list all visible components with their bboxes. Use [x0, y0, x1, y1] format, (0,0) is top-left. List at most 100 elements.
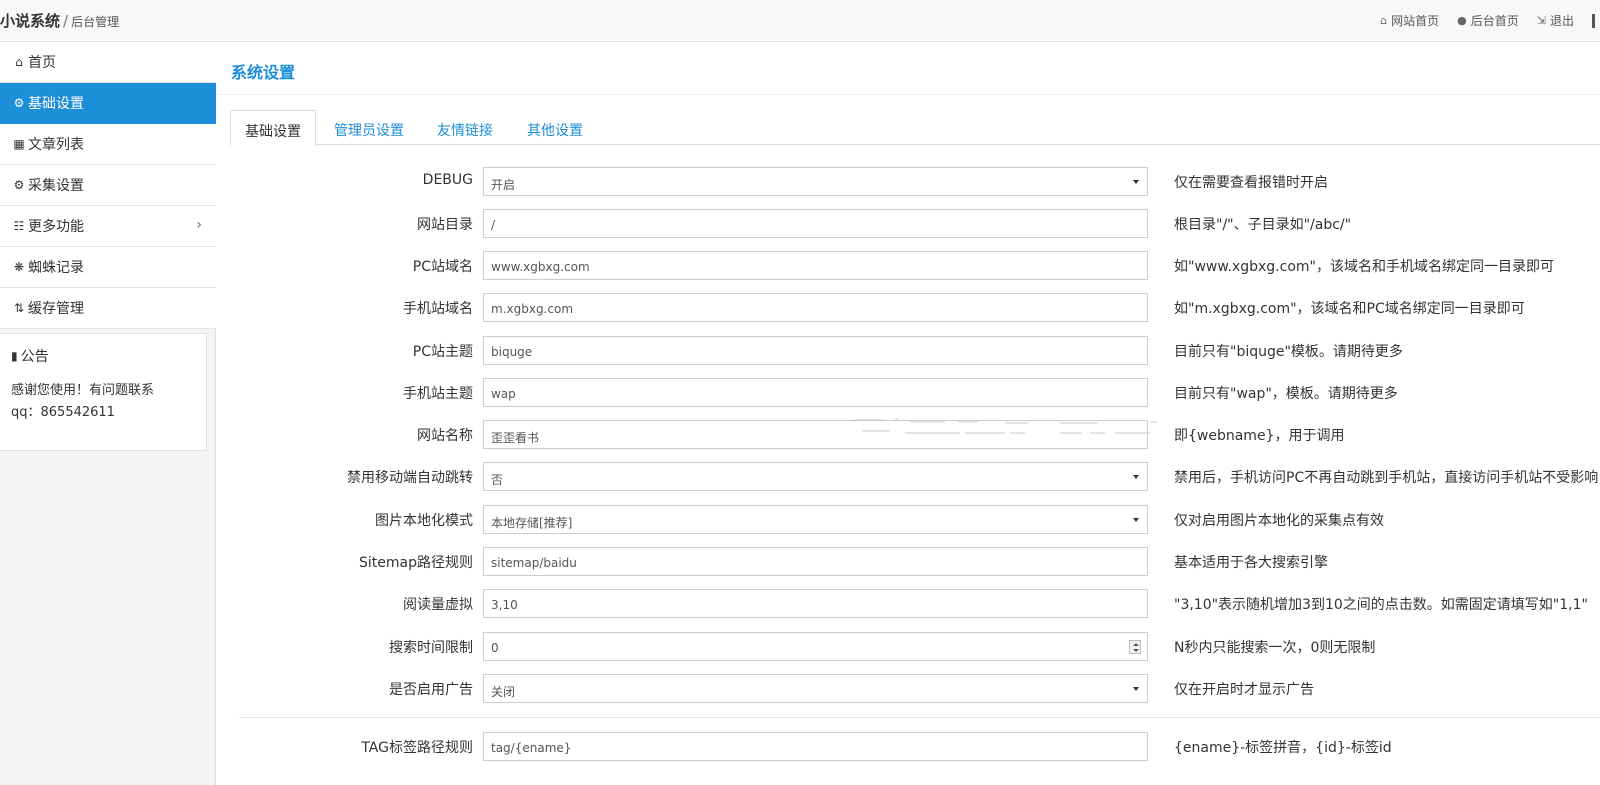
field-help: 目前只有"biquge"模板。请期待更多	[1174, 344, 1403, 360]
form-row-debug: DEBUG 开启 仅在需要查看报错时开启	[217, 167, 1600, 197]
nav-logout-label: 退出	[1549, 14, 1574, 28]
mobile-domain-input[interactable]: m.xgbxg.com	[483, 293, 1148, 322]
sidebar-item-spider-log[interactable]: ❋ 蜘蛛记录	[0, 247, 216, 288]
form-row-site-dir: 网站目录 / 根目录"/"、子目录如"/abc/"	[217, 209, 1600, 239]
nav-site-home[interactable]: ⌂ 网站首页	[1380, 12, 1439, 29]
settings-tabs: 基础设置 管理员设置 友情链接 其他设置	[230, 110, 1600, 146]
sidebar-item-label: 采集设置	[28, 178, 84, 194]
form-row-image-localize: 图片本地化模式 本地存储[推荐] 仅对启用图片本地化的采集点有效	[217, 505, 1600, 535]
gears-icon: ⚙	[13, 178, 25, 192]
brand-subtitle: 后台管理	[71, 15, 120, 29]
main-content: 系统设置 基础设置 管理员设置 友情链接 其他设置 DEBUG 开启 仅在需要查…	[217, 42, 1600, 785]
table-icon: ▦	[13, 137, 25, 151]
form-row-mobile-theme: 手机站主题 wap 目前只有"wap"，模板。请期待更多	[217, 378, 1600, 408]
field-help: N秒内只能搜索一次，0则无限制	[1174, 640, 1376, 656]
notice-title-text: 公告	[20, 349, 49, 365]
sidebar-item-label: 缓存管理	[28, 301, 84, 317]
form-row-search-limit: 搜索时间限制 0 N秒内只能搜索一次，0则无限制	[217, 632, 1600, 662]
select-value: 否	[491, 473, 504, 487]
field-help: "3,10"表示随机增加3到10之间的点击数。如需固定请填写如"1,1"	[1174, 597, 1588, 613]
field-label: PC站域名	[412, 259, 473, 275]
caret-down-icon	[1133, 687, 1139, 691]
gear-icon: ⚙	[13, 96, 25, 110]
sidebar-item-label: 文章列表	[28, 137, 84, 153]
sidebar-item-basic-settings[interactable]: ⚙ 基础设置	[0, 83, 216, 124]
sitemap-icon: ☷	[13, 219, 25, 233]
brand-separator: /	[63, 12, 69, 30]
notice-title: ▮ 公告	[11, 346, 195, 366]
form-row-pc-domain: PC站域名 www.xgbxg.com 如"www.xgbxg.com"，该域名…	[217, 251, 1600, 281]
select-value: 关闭	[491, 685, 516, 699]
virtual-reads-input[interactable]: 3,10	[483, 589, 1148, 618]
divider	[239, 717, 1600, 718]
image-localize-select[interactable]: 本地存储[推荐]	[483, 505, 1148, 534]
field-help: 仅对启用图片本地化的采集点有效	[1174, 513, 1384, 529]
caret-down-icon	[1133, 518, 1139, 522]
field-label: TAG标签路径规则	[361, 740, 473, 756]
form-row-mobile-domain: 手机站域名 m.xgbxg.com 如"m.xgbxg.com"，该域名和PC域…	[217, 293, 1600, 323]
bookmark-icon: ▮	[11, 349, 18, 363]
top-navbar: 小说系统 / 后台管理 ⌂ 网站首页 ● 后台首页 ⇲ 退出	[0, 0, 1600, 42]
number-value: 0	[491, 641, 499, 655]
sidebar-item-label: 基础设置	[28, 96, 84, 112]
sidebar-item-collect-settings[interactable]: ⚙ 采集设置	[0, 165, 216, 206]
sign-out-icon: ⇲	[1536, 14, 1546, 27]
enable-ads-select[interactable]: 关闭	[483, 674, 1148, 703]
field-help: 如"m.xgbxg.com"，该域名和PC域名绑定同一目录即可	[1174, 301, 1525, 317]
form-row-tag-path: TAG标签路径规则 tag/{ename} {ename}-标签拼音，{id}-…	[217, 732, 1600, 762]
site-dir-input[interactable]: /	[483, 209, 1148, 238]
pc-theme-input[interactable]: biquge	[483, 336, 1148, 365]
notice-body: 感谢您使用！有问题联系 qq：865542611	[11, 380, 195, 424]
caret-down-icon	[1133, 180, 1139, 184]
field-label: 搜索时间限制	[389, 640, 473, 656]
tab-friend-links[interactable]: 友情链接	[423, 110, 507, 145]
field-label: 手机站主题	[403, 386, 473, 402]
tab-admin-settings[interactable]: 管理员设置	[320, 110, 418, 145]
field-help: 根目录"/"、子目录如"/abc/"	[1174, 217, 1352, 233]
sidebar-item-label: 蜘蛛记录	[28, 260, 84, 276]
tab-basic-settings[interactable]: 基础设置	[230, 110, 316, 146]
field-label: 阅读量虚拟	[403, 597, 473, 613]
field-help: 基本适用于各大搜索引擎	[1174, 555, 1328, 571]
field-help: 禁用后，手机访问PC不再自动跳到手机站，直接访问手机站不受影响	[1174, 470, 1599, 486]
retweet-icon: ⇅	[13, 301, 25, 315]
field-help: {ename}-标签拼音，{id}-标签id	[1174, 740, 1392, 756]
form-row-enable-ads: 是否启用广告 关闭 仅在开启时才显示广告	[217, 674, 1600, 704]
notice-line: 感谢您使用！有问题联系	[11, 383, 155, 398]
disable-mobile-redirect-select[interactable]: 否	[483, 462, 1148, 491]
select-value: 本地存储[推荐]	[491, 516, 573, 530]
notice-panel: ▮ 公告 感谢您使用！有问题联系 qq：865542611	[0, 333, 207, 451]
sidebar-item-more-features[interactable]: ☷ 更多功能 ›	[0, 206, 216, 247]
sidebar-item-article-list[interactable]: ▦ 文章列表	[0, 124, 216, 165]
field-label: 网站目录	[417, 217, 473, 233]
nav-site-home-label: 网站首页	[1391, 14, 1440, 28]
nav-admin-home[interactable]: ● 后台首页	[1457, 12, 1519, 29]
fullscreen-icon[interactable]	[1592, 13, 1600, 28]
bug-icon: ❋	[13, 260, 25, 274]
brand[interactable]: 小说系统 / 后台管理	[0, 10, 119, 31]
chevron-right-icon: ›	[196, 217, 202, 233]
field-help: 仅在开启时才显示广告	[1174, 682, 1314, 698]
field-help: 仅在需要查看报错时开启	[1174, 175, 1328, 191]
field-label: 网站名称	[417, 428, 473, 444]
user-icon: ●	[1457, 14, 1467, 27]
sidebar-item-home[interactable]: ⌂ 首页	[0, 42, 216, 83]
field-label: 图片本地化模式	[375, 513, 473, 529]
sidebar-item-cache-management[interactable]: ⇅ 缓存管理	[0, 288, 216, 329]
pc-domain-input[interactable]: www.xgbxg.com	[483, 251, 1148, 280]
tag-path-input[interactable]: tag/{ename}	[483, 732, 1148, 761]
sitemap-path-input[interactable]: sitemap/baidu	[483, 547, 1148, 576]
home-icon: ⌂	[1380, 14, 1388, 27]
field-label: 禁用移动端自动跳转	[347, 470, 473, 486]
search-limit-input[interactable]: 0	[483, 632, 1148, 661]
mobile-theme-input[interactable]: wap	[483, 378, 1148, 407]
field-label: 手机站域名	[403, 301, 473, 317]
form-row-virtual-reads: 阅读量虚拟 3,10 "3,10"表示随机增加3到10之间的点击数。如需固定请填…	[217, 589, 1600, 619]
tab-other-settings[interactable]: 其他设置	[513, 110, 597, 145]
nav-admin-home-label: 后台首页	[1470, 14, 1519, 28]
sidebar-item-label: 更多功能	[28, 219, 84, 235]
home-icon: ⌂	[15, 55, 23, 69]
nav-logout[interactable]: ⇲ 退出	[1537, 12, 1574, 29]
debug-select[interactable]: 开启	[483, 167, 1148, 196]
spinner-icon[interactable]	[1129, 640, 1141, 654]
